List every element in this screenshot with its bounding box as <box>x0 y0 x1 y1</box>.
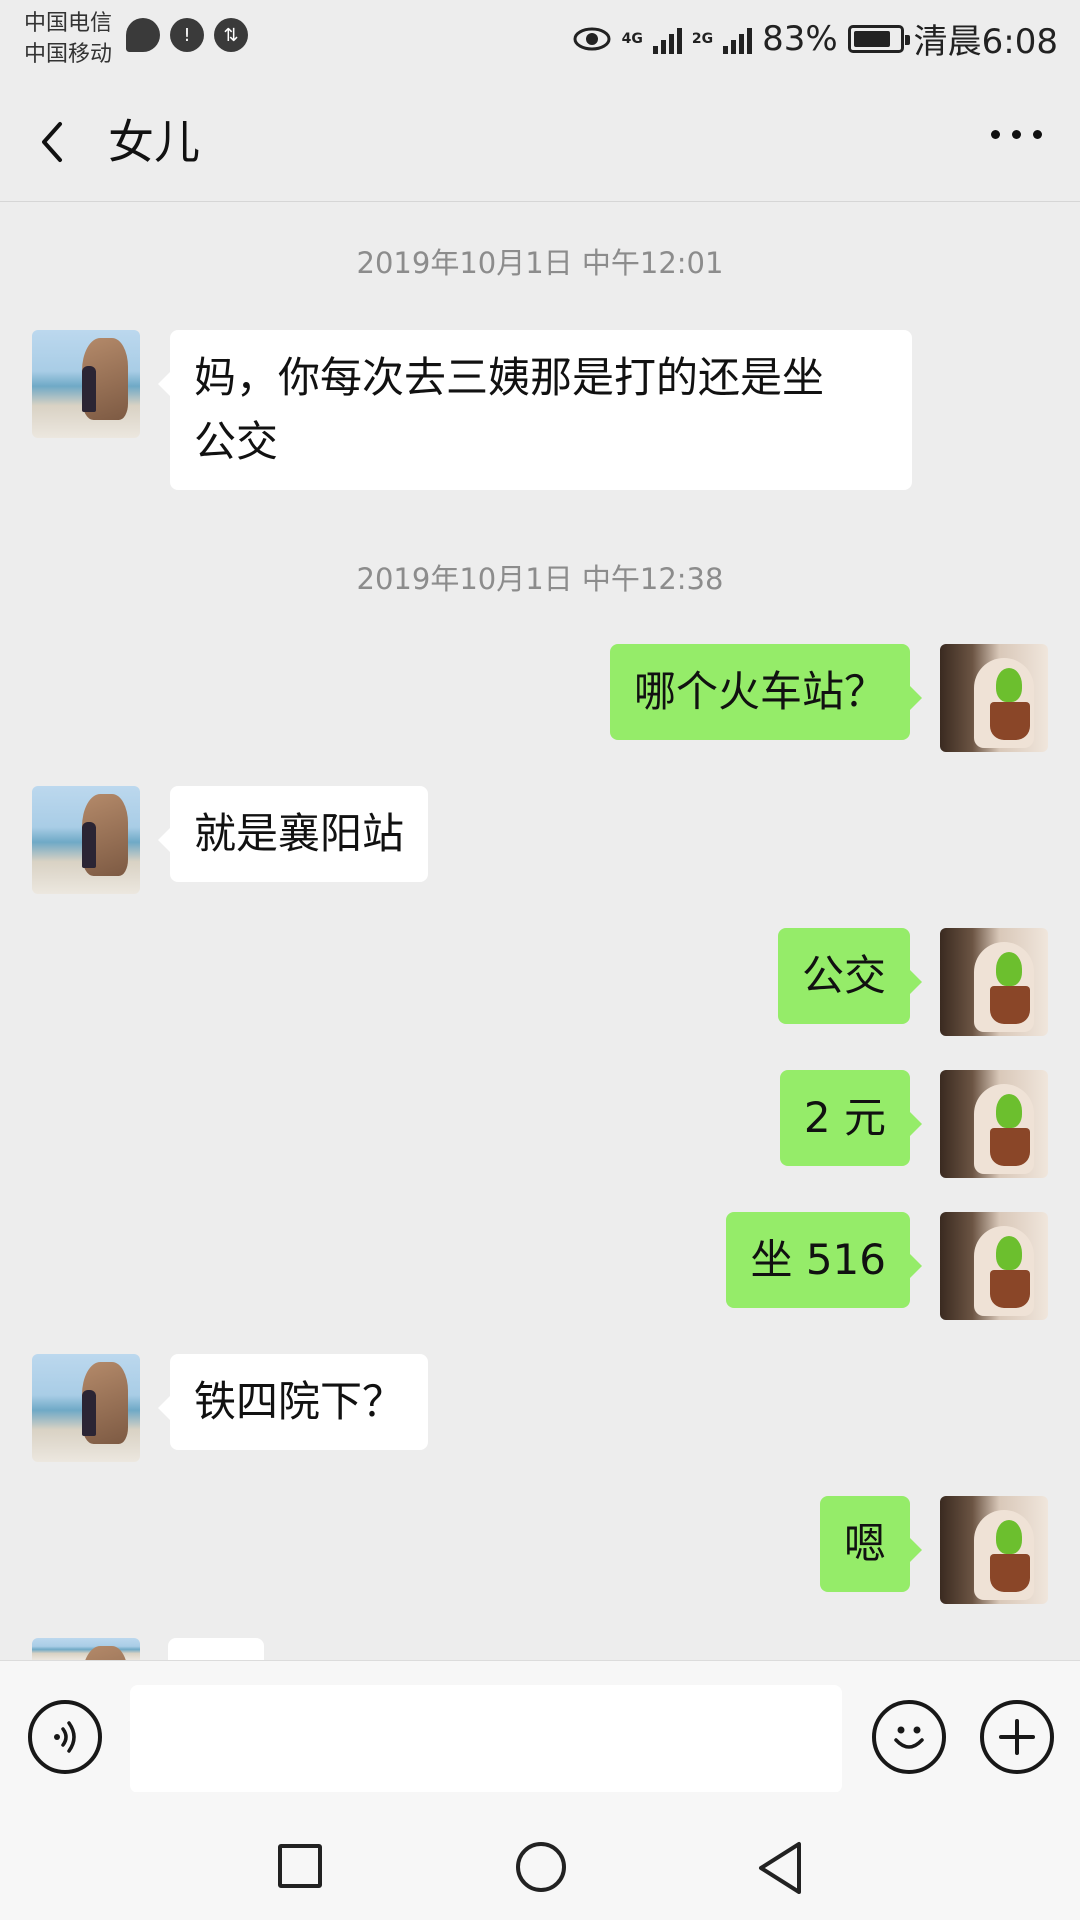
my-avatar[interactable] <box>940 1070 1048 1178</box>
contact-avatar[interactable] <box>32 786 140 894</box>
incoming-message[interactable] <box>168 1638 264 1660</box>
battery-percent: 83% <box>762 18 838 59</box>
outgoing-message[interactable]: 坐 516 <box>726 1212 922 1308</box>
more-actions-button[interactable] <box>980 1700 1054 1774</box>
voice-icon <box>54 1721 76 1753</box>
plus-icon <box>999 1719 1035 1755</box>
carrier-1: 中国电信 <box>24 11 113 36</box>
clock-time: 清晨6:08 <box>913 22 1058 62</box>
signal-icon-1 <box>652 24 682 54</box>
status-right: 4G 2G 83% 清晨6:08 <box>572 14 1058 63</box>
carrier-labels: 中国电信 中国移动 <box>24 8 112 70</box>
page-title: 女儿 <box>108 115 200 169</box>
message-timestamp: 2019年10月1日 中午12:38 <box>356 562 724 596</box>
contact-avatar[interactable] <box>32 1638 140 1660</box>
incoming-message[interactable]: 铁四院下？ <box>157 1354 429 1450</box>
recents-button[interactable] <box>278 1844 322 1888</box>
emoji-button[interactable] <box>872 1700 946 1774</box>
outgoing-message[interactable]: 嗯 <box>819 1496 923 1592</box>
message-input[interactable] <box>130 1685 842 1793</box>
carrier-2: 中国移动 <box>24 42 113 67</box>
back-button[interactable] <box>30 112 80 172</box>
outgoing-message[interactable]: 2 元 <box>779 1070 923 1166</box>
home-button[interactable] <box>516 1842 566 1892</box>
incoming-message[interactable]: 就是襄阳站 <box>157 786 429 882</box>
status-bar: 中国电信 中国移动 ! ⇅ 4G 2G 83% 清晨6:08 <box>0 0 1080 82</box>
my-avatar[interactable] <box>940 644 1048 752</box>
my-avatar[interactable] <box>940 928 1048 1036</box>
emoji-icon <box>894 1726 924 1749</box>
dot-icon <box>991 130 1000 139</box>
back-nav-button[interactable] <box>755 1840 805 1896</box>
network-2g-label: 2G <box>691 30 714 47</box>
chevron-left-icon <box>42 122 62 162</box>
network-4g-label: 4G <box>621 30 643 47</box>
outgoing-message[interactable]: 哪个火车站？ <box>609 644 923 740</box>
contact-avatar[interactable] <box>32 330 140 438</box>
outgoing-message[interactable]: 公交 <box>777 928 923 1024</box>
chat-screen: 中国电信 中国移动 ! ⇅ 4G 2G 83% 清晨6:08 女儿 2019年1… <box>0 0 1080 1920</box>
notification-icons: ! ⇅ <box>126 18 248 52</box>
cloud-alert-icon: ! <box>170 18 204 52</box>
my-avatar[interactable] <box>940 1212 1048 1320</box>
dot-icon <box>1012 130 1021 139</box>
more-options-button[interactable] <box>991 130 1042 139</box>
chat-header: 女儿 <box>0 82 1080 202</box>
incoming-message[interactable]: 妈，你每次去三姨那是打的还是坐 公交 <box>158 330 912 490</box>
dot-icon <box>1033 130 1042 139</box>
chat-bubble-icon <box>126 18 160 52</box>
input-bar <box>0 1660 1080 1793</box>
contact-avatar[interactable] <box>32 1354 140 1462</box>
voice-button[interactable] <box>28 1700 102 1774</box>
my-avatar[interactable] <box>940 1496 1048 1604</box>
message-timestamp: 2019年10月1日 中午12:01 <box>356 246 724 280</box>
battery-fill <box>853 30 891 47</box>
battery-icon <box>847 24 910 53</box>
eye-icon <box>573 27 611 50</box>
system-nav-bar <box>0 1792 1080 1920</box>
data-transfer-icon: ⇅ <box>214 18 248 52</box>
signal-icon-2 <box>723 24 753 54</box>
